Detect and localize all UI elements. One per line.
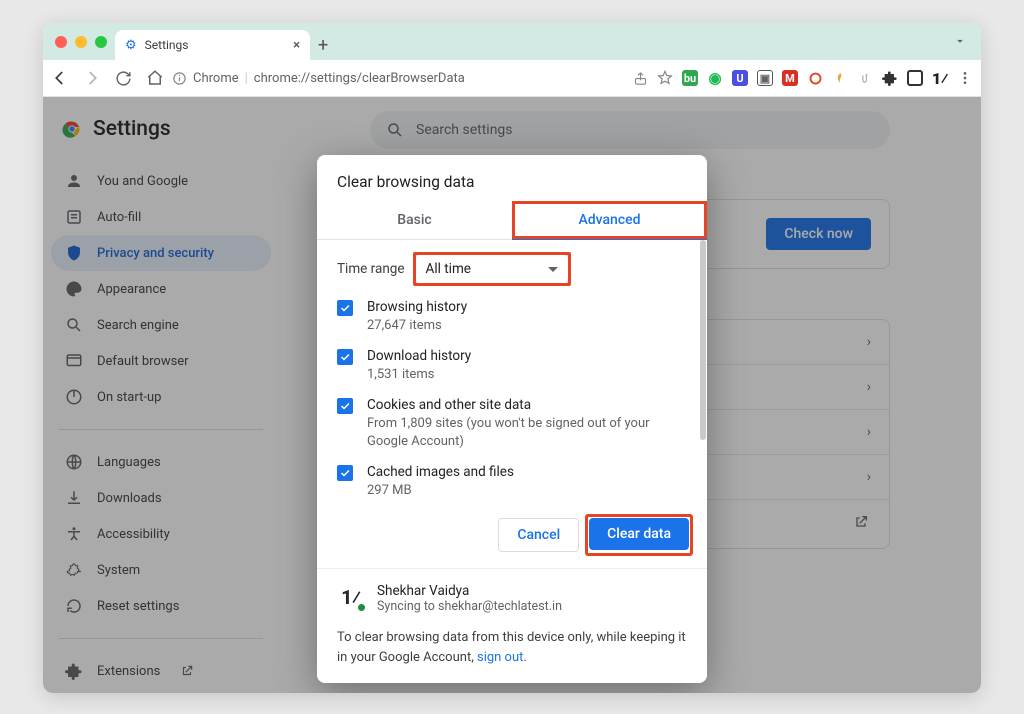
dialog-footer-note: To clear browsing data from this device … (317, 628, 707, 683)
share-icon[interactable] (633, 71, 648, 86)
browser-tab[interactable]: ⚙ Settings × (115, 30, 310, 60)
maximize-window-button[interactable] (95, 36, 107, 48)
extension-icon[interactable]: M (782, 70, 798, 86)
checkbox-cookies[interactable]: Cookies and other site dataFrom 1,809 si… (337, 396, 687, 451)
checkbox-icon (337, 349, 353, 365)
address-bar[interactable]: Chrome | chrome://settings/clearBrowserD… (172, 71, 625, 86)
time-range-select[interactable]: All time (415, 254, 569, 284)
close-tab-button[interactable]: × (293, 38, 300, 53)
extension-icon[interactable]: ▣ (757, 70, 773, 86)
account-sync-status: Syncing to shekhar@techlatest.in (377, 599, 562, 614)
extension-icon[interactable]: U (732, 70, 748, 86)
time-range-label: Time range (337, 261, 405, 277)
tab-title: Settings (145, 38, 189, 52)
extension-icon[interactable] (807, 70, 823, 86)
minimize-window-button[interactable] (75, 36, 87, 48)
extension-icon[interactable] (857, 70, 873, 86)
clear-browsing-data-dialog: Clear browsing data Basic Advanced Time … (317, 155, 707, 683)
extension-icon[interactable] (907, 70, 923, 86)
avatar: 1⁄ (337, 583, 365, 611)
site-label: Chrome (193, 71, 239, 86)
extension-icon[interactable]: bu (682, 70, 698, 86)
reload-button[interactable] (115, 70, 132, 87)
extension-icon[interactable] (832, 70, 848, 86)
chevron-down-icon (548, 267, 558, 272)
chevron-down-icon[interactable] (953, 33, 967, 52)
toolbar: Chrome | chrome://settings/clearBrowserD… (43, 60, 981, 97)
checkbox-cache[interactable]: Cached images and files297 MB (337, 463, 687, 500)
sync-account-row: 1⁄ Shekhar Vaidya Syncing to shekhar@tec… (317, 569, 707, 628)
checkbox-icon (337, 398, 353, 414)
sync-status-icon (356, 602, 367, 613)
scrollbar[interactable] (700, 240, 706, 440)
back-button[interactable] (51, 69, 69, 87)
checkbox-download-history[interactable]: Download history1,531 items (337, 347, 687, 384)
checkbox-icon (337, 300, 353, 316)
extensions-icon[interactable] (882, 70, 898, 86)
menu-button[interactable] (957, 70, 973, 86)
dialog-title: Clear browsing data (317, 155, 707, 201)
window-titlebar: ⚙ Settings × + (43, 23, 981, 60)
checkbox-browsing-history[interactable]: Browsing history27,647 items (337, 298, 687, 335)
sign-out-link[interactable]: sign out (477, 650, 523, 665)
dialog-tabs: Basic Advanced (317, 201, 707, 240)
profile-icon[interactable]: 1⁄ (932, 70, 948, 86)
new-tab-button[interactable]: + (318, 35, 328, 56)
close-window-button[interactable] (55, 36, 67, 48)
star-icon[interactable] (657, 70, 673, 86)
info-icon (172, 71, 187, 86)
home-button[interactable] (146, 69, 164, 87)
gear-icon: ⚙ (125, 38, 137, 53)
cancel-button[interactable]: Cancel (498, 518, 579, 552)
account-name: Shekhar Vaidya (377, 583, 562, 599)
forward-button[interactable] (83, 69, 101, 87)
checkbox-icon (337, 465, 353, 481)
tab-basic[interactable]: Basic (317, 201, 512, 239)
url-path: chrome://settings/clearBrowserData (254, 71, 465, 86)
extension-icon[interactable]: ◉ (707, 70, 723, 86)
clear-data-button[interactable]: Clear data (589, 518, 689, 550)
tab-advanced[interactable]: Advanced (512, 201, 707, 239)
